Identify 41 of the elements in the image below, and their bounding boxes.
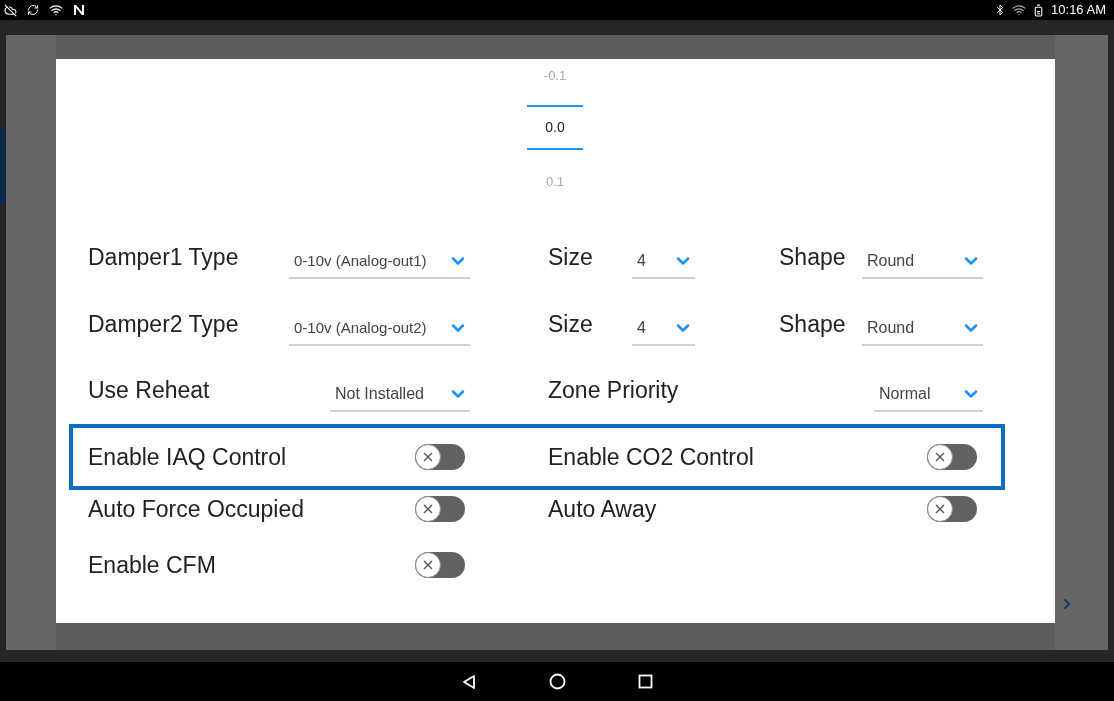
close-icon [927,444,953,470]
toggle-switch[interactable] [415,552,465,578]
toggle-switch[interactable] [415,496,465,522]
field-label: Size [548,242,594,272]
dropdown[interactable]: 0-10v (Analog-out2) [289,312,470,346]
dropdown[interactable]: 0-10v (Analog-out1) [289,245,470,279]
cloud-off-icon [4,3,17,17]
field-label: Use Reheat [88,375,210,405]
wifi-icon [1012,3,1027,17]
dropdown[interactable]: Not Installed [330,378,470,412]
toggle-label: Enable CFM [88,550,216,580]
close-icon [927,496,953,522]
close-icon [415,496,441,522]
toggle-label: Auto Force Occupied [88,494,305,524]
home-icon[interactable] [549,673,566,690]
toggle-switch[interactable] [927,496,977,522]
toggle-switch[interactable] [415,444,465,470]
field-label: Damper1 Type [88,242,240,272]
toggle-label: Auto Away [548,494,657,524]
dropdown[interactable]: 4 [632,245,695,279]
back-icon[interactable] [461,673,477,690]
app-logo-icon [73,4,85,16]
close-icon [415,444,441,470]
field-label: Shape [779,309,847,339]
toggle-label: Enable CO2 Control [548,442,754,472]
recent-apps-icon[interactable] [638,674,653,689]
sync-icon [27,4,39,16]
dropdown[interactable]: Round [862,245,983,279]
dropdown[interactable]: Normal [874,378,983,412]
wifi-icon [49,3,63,17]
field-label: Damper2 Type [88,309,240,339]
dropdown[interactable]: Round [862,312,983,346]
dropdown[interactable]: 4 [632,312,695,346]
close-icon [415,552,441,578]
field-label: Shape [779,242,847,272]
toggle-label: Enable IAQ Control [88,442,287,472]
clock-time: 10:16 AM [1051,1,1107,20]
toggle-switch[interactable] [927,444,977,470]
field-label: Size [548,309,594,339]
picker-value[interactable]: 0.0 [527,105,583,150]
field-label: Zone Priority [548,375,679,405]
